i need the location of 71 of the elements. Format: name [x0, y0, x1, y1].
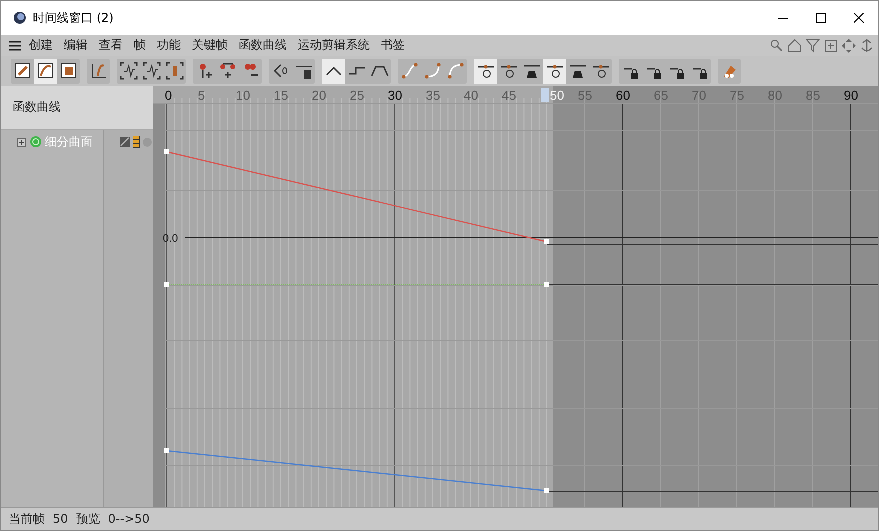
- keyframe-point: [544, 488, 550, 494]
- menu-item[interactable]: 函数曲线: [239, 37, 287, 54]
- move-icon[interactable]: [842, 38, 856, 52]
- object-icon: [14, 62, 32, 80]
- menu-item[interactable]: 创建: [29, 37, 53, 54]
- tangent-icon: [592, 62, 610, 80]
- toolbar-button[interactable]: [322, 58, 345, 84]
- search-icon[interactable]: [770, 38, 784, 52]
- current-frame-value: 50: [53, 512, 68, 526]
- menu-item[interactable]: 功能: [157, 37, 181, 54]
- frame-number: 60: [616, 88, 630, 103]
- menu-item[interactable]: 编辑: [64, 37, 88, 54]
- keys-add-icon: [218, 62, 236, 80]
- plus-box-icon[interactable]: [824, 38, 838, 52]
- anchor-icon[interactable]: [860, 38, 874, 52]
- frame-number: 30: [388, 88, 402, 103]
- preview-range: 0-->50: [108, 512, 150, 526]
- sphere-icon: [30, 136, 42, 148]
- frame-number: 10: [236, 88, 250, 103]
- wave-icon: [120, 62, 138, 80]
- curve-icon: [36, 62, 54, 80]
- window-title: 时间线窗口 (2): [33, 10, 114, 26]
- frame-number: 35: [426, 88, 440, 103]
- film-strip-icon[interactable]: [133, 136, 140, 148]
- ease-out-icon: [446, 62, 464, 80]
- film-icon: [60, 62, 78, 80]
- slash-box-icon[interactable]: [120, 137, 130, 147]
- frame-number: 50: [550, 88, 564, 103]
- toolbar-button[interactable]: [87, 58, 110, 84]
- ease-in-icon: [424, 62, 442, 80]
- toolbar-button[interactable]: [474, 58, 497, 84]
- keyframe-point: [164, 282, 170, 288]
- frame-number: 20: [312, 88, 326, 103]
- frame-number: 15: [274, 88, 288, 103]
- formula-icon: [90, 62, 108, 80]
- current-frame-label: 当前帧: [9, 510, 45, 528]
- keyframe-point: [164, 448, 170, 454]
- zero-angle-icon: [272, 62, 290, 80]
- keyframe-point: [544, 282, 550, 288]
- toolbar-button[interactable]: [34, 58, 57, 84]
- frame-number: 90: [844, 88, 858, 103]
- close-icon: [854, 13, 864, 23]
- menu-item[interactable]: 查看: [99, 37, 123, 54]
- expand-icon[interactable]: [17, 138, 26, 146]
- frame-number: 25: [350, 88, 364, 103]
- bracket-icon: [166, 62, 184, 80]
- filter-icon[interactable]: [806, 38, 820, 52]
- menu-item[interactable]: 关键帧: [192, 37, 228, 54]
- dot-icon[interactable]: [143, 138, 152, 146]
- frame-number: 40: [464, 88, 478, 103]
- preview-label: 预览: [76, 510, 100, 528]
- frame-number: 5: [198, 88, 206, 103]
- menu-item[interactable]: 帧: [134, 37, 146, 54]
- menu-icon[interactable]: [9, 40, 21, 50]
- s-curve-icon: [400, 62, 418, 80]
- maximize-icon: [816, 13, 826, 23]
- tangent-icon: [476, 62, 494, 80]
- menu-item[interactable]: 运动剪辑系统: [298, 37, 370, 54]
- tangent-icon: [546, 62, 564, 80]
- toolbar-button[interactable]: [543, 58, 566, 84]
- wave-icon: [142, 62, 160, 80]
- panel-title: 函数曲线: [13, 99, 61, 116]
- frame-number: 0: [165, 88, 172, 103]
- home-icon[interactable]: [788, 38, 802, 52]
- current-frame-marker: [541, 88, 549, 102]
- app-icon: [13, 11, 27, 25]
- keyframe-point: [164, 150, 170, 154]
- frame-number: 45: [502, 88, 516, 103]
- menu-item[interactable]: 书签: [381, 37, 405, 54]
- keyframe-point: [544, 240, 550, 244]
- tangent-icon: [500, 62, 518, 80]
